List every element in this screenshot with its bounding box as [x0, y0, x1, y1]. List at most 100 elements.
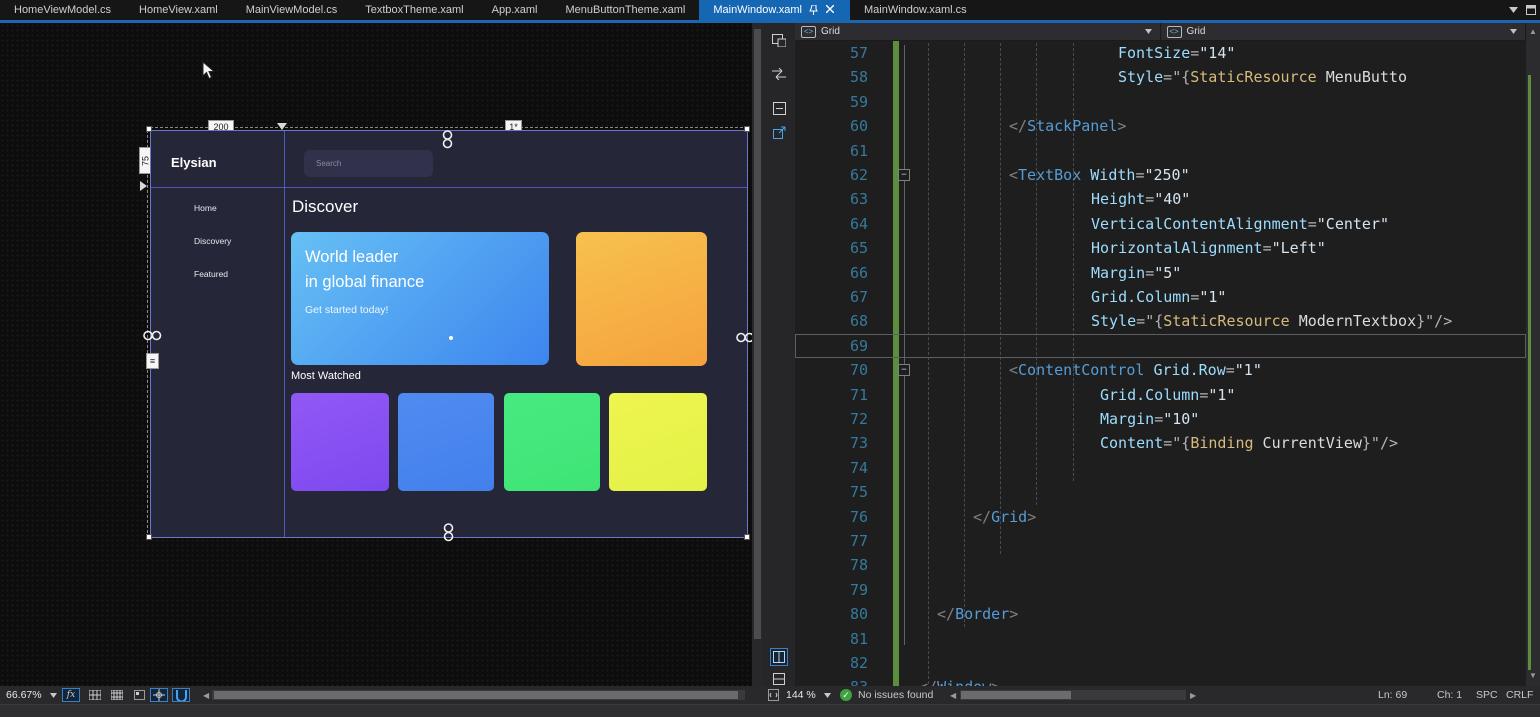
code-line[interactable]: 78 — [795, 553, 1526, 577]
grid-anchor-chain-icon-right[interactable] — [736, 332, 752, 343]
sidebar-item-home[interactable]: Home — [194, 203, 217, 213]
expand-pane-icon[interactable] — [770, 123, 788, 141]
code-line[interactable]: 63Height="40" — [795, 187, 1526, 211]
designer-hscroll-left-icon[interactable]: ◀ — [203, 691, 209, 700]
fold-collapse-icon[interactable]: − — [898, 364, 910, 376]
snaplines-toggle-button[interactable] — [150, 688, 168, 702]
code-line[interactable]: 76</Grid> — [795, 505, 1526, 529]
tab-homeviewmodel-cs[interactable]: HomeViewModel.cs — [0, 0, 125, 20]
carousel-dot[interactable] — [449, 336, 453, 340]
yellow-tile[interactable] — [609, 393, 707, 491]
code-line[interactable]: 59 — [795, 90, 1526, 114]
pin-icon[interactable] — [809, 5, 819, 15]
selection-handle-bottom-left[interactable] — [146, 534, 152, 540]
code-line[interactable]: 66Margin="5" — [795, 261, 1526, 285]
blue-tile[interactable] — [398, 393, 494, 491]
editor-hscroll-left-icon[interactable]: ◀ — [950, 691, 956, 700]
tab-homeview-xaml[interactable]: HomeView.xaml — [125, 0, 232, 20]
scroll-up-icon[interactable]: ▲ — [1529, 27, 1537, 36]
code-line[interactable]: 79 — [795, 578, 1526, 602]
tab-mainwindow-xaml-cs[interactable]: MainWindow.xaml.cs — [850, 0, 981, 20]
tab-mainwindow-xaml[interactable]: MainWindow.xaml — [699, 0, 850, 20]
tab-textboxtheme-xaml[interactable]: TextboxTheme.xaml — [351, 0, 477, 20]
green-tile[interactable] — [504, 393, 600, 491]
search-input[interactable]: Search — [304, 150, 433, 177]
grid-anchor-chain-icon-bottom[interactable] — [443, 523, 454, 542]
editor-hscroll-right-icon[interactable]: ▶ — [1190, 691, 1196, 700]
code-line[interactable]: 83</Window> — [795, 675, 1526, 686]
snap-to-grid-toggle-button[interactable] — [172, 688, 190, 702]
code-line-current[interactable]: 69 — [795, 334, 1526, 358]
swap-panes-icon[interactable] — [770, 65, 788, 83]
snap-grid-button[interactable] — [108, 688, 126, 702]
editor-zoom-value[interactable]: 144 % — [786, 689, 816, 701]
code-line[interactable]: 73Content="{Binding CurrentView}"/> — [795, 431, 1526, 455]
code-line[interactable]: 58Style="{StaticResource MenuButto — [795, 65, 1526, 89]
code-line[interactable]: 62−<TextBox Width="250" — [795, 163, 1526, 187]
vertical-split-icon[interactable] — [770, 648, 788, 666]
tab-mainviewmodel-cs[interactable]: MainViewModel.cs — [232, 0, 352, 20]
grid-row-editor-box[interactable]: ≡ — [146, 353, 159, 369]
grid-row-marker-icon[interactable] — [140, 181, 147, 191]
window-options-icon[interactable] — [1526, 5, 1536, 15]
sidebar-item-discovery[interactable]: Discovery — [194, 236, 231, 246]
breadcrumb-left-dropdown[interactable]: <> Grid — [795, 23, 1161, 40]
grid-column-marker-icon[interactable] — [277, 123, 287, 130]
code-line[interactable]: 70−<ContentControl Grid.Row="1" — [795, 358, 1526, 382]
collapse-pane-icon[interactable] — [770, 99, 788, 117]
sidebar-item-featured[interactable]: Featured — [194, 269, 228, 279]
code-line[interactable]: 65HorizontalAlignment="Left" — [795, 236, 1526, 260]
issues-status-text[interactable]: No issues found — [858, 689, 933, 701]
code-line[interactable]: 81 — [795, 627, 1526, 651]
show-annotations-button[interactable] — [130, 688, 148, 702]
tab-list-dropdown-icon[interactable] — [1509, 7, 1518, 13]
discover-heading: Discover — [292, 197, 358, 217]
selection-handle-bottom-right[interactable] — [744, 534, 750, 540]
code-line[interactable]: 77 — [795, 529, 1526, 553]
breadcrumb-right-dropdown[interactable]: <> Grid — [1161, 23, 1527, 40]
hero-card[interactable]: World leader in global finance Get start… — [291, 232, 549, 365]
document-tab-bar: HomeViewModel.csHomeView.xamlMainViewMod… — [0, 0, 1540, 20]
breadcrumb-left-label: Grid — [821, 26, 840, 37]
grid-anchor-chain-icon-left[interactable] — [143, 330, 162, 341]
code-line[interactable]: 68Style="{StaticResource ModernTextbox}"… — [795, 309, 1526, 333]
close-icon[interactable] — [826, 5, 836, 15]
selection-handle-top-right[interactable] — [744, 126, 750, 132]
grid-anchor-chain-icon-top[interactable] — [442, 130, 453, 149]
code-line[interactable]: 64VerticalContentAlignment="Center" — [795, 212, 1526, 236]
code-line[interactable]: 74 — [795, 456, 1526, 480]
editor-zoom-dropdown-icon[interactable] — [824, 693, 831, 698]
xaml-designer-canvas[interactable]: 200 1* 75 Elysian Search HomeDiscoveryFe… — [0, 23, 752, 686]
promo-card[interactable] — [576, 232, 707, 366]
code-line[interactable]: 67Grid.Column="1" — [795, 285, 1526, 309]
code-area[interactable]: 57FontSize="14"58Style="{StaticResource … — [795, 41, 1526, 686]
designed-app-window[interactable]: Elysian Search Home Discovery Featured Dis… — [150, 130, 748, 538]
code-line[interactable]: 60</StackPanel> — [795, 114, 1526, 138]
show-grid-button[interactable] — [86, 688, 104, 702]
purple-tile[interactable] — [291, 393, 389, 491]
effects-toggle-button[interactable]: fx — [62, 688, 80, 702]
code-line[interactable]: 82 — [795, 651, 1526, 675]
designer-horizontal-scrollbar[interactable] — [212, 690, 745, 700]
no-issues-check-icon[interactable]: ✓ — [840, 689, 852, 701]
fold-collapse-icon[interactable]: − — [898, 169, 910, 181]
code-line[interactable]: 57FontSize="14" — [795, 41, 1526, 65]
tab-menubuttontheme-xaml[interactable]: MenuButtonTheme.xaml — [552, 0, 700, 20]
scroll-down-icon[interactable]: ▼ — [1529, 671, 1537, 680]
selection-handle-top-left[interactable] — [146, 126, 152, 132]
editor-horizontal-scrollbar[interactable] — [960, 690, 1186, 700]
code-line[interactable]: 80</Border> — [795, 602, 1526, 626]
code-text: Margin="10" — [910, 407, 1199, 431]
app-logo-text[interactable]: Elysian — [171, 155, 217, 170]
code-line[interactable]: 61 — [795, 139, 1526, 163]
designer-zoom-value[interactable]: 66.67% — [6, 689, 42, 701]
xaml-code-editor[interactable]: <> Grid <> Grid 57FontSize="14"58Style="… — [795, 23, 1526, 686]
designer-vertical-scrollbar[interactable] — [752, 23, 763, 686]
code-line[interactable]: 71Grid.Column="1" — [795, 383, 1526, 407]
designer-zoom-dropdown-icon[interactable] — [50, 693, 57, 698]
design-view-icon[interactable] — [770, 31, 788, 49]
tab-app-xaml[interactable]: App.xaml — [478, 0, 552, 20]
code-line[interactable]: 72Margin="10" — [795, 407, 1526, 431]
editor-vertical-scrollbar[interactable]: ▲ ▼ — [1526, 23, 1540, 686]
code-line[interactable]: 75 — [795, 480, 1526, 504]
